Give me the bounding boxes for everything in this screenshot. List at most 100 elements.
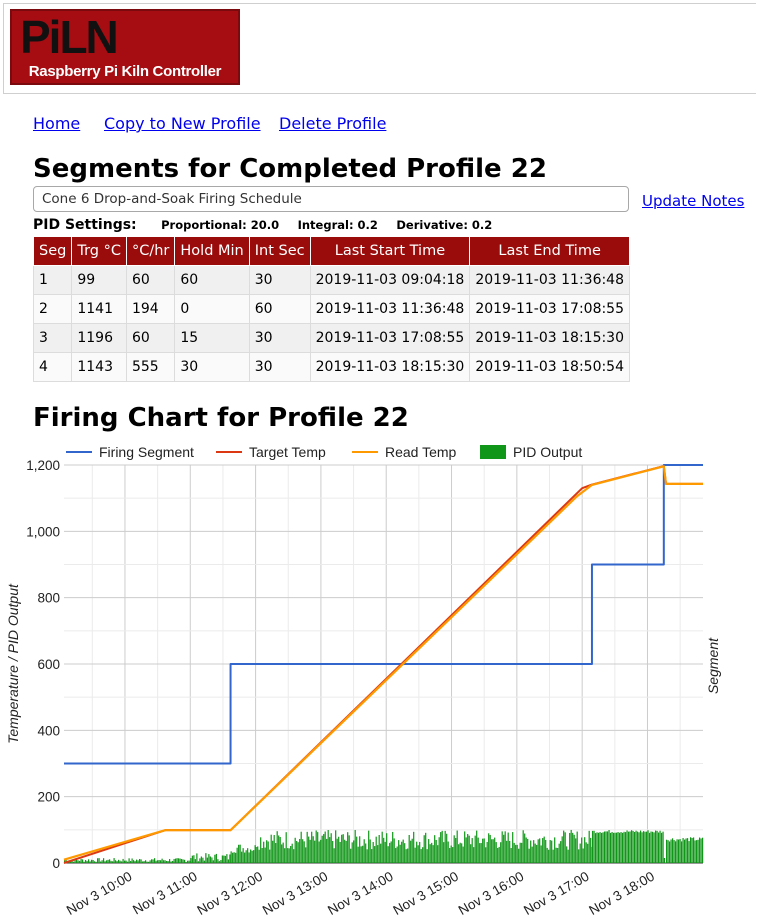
pid-output-bar <box>275 843 277 863</box>
pid-output-bar <box>299 838 301 863</box>
col-target-temp: Trg °C <box>71 236 127 266</box>
pid-output-bar <box>444 830 446 863</box>
pid-output-bar <box>154 858 156 863</box>
pid-output-bar <box>332 840 334 863</box>
pid-output-bar <box>266 840 268 863</box>
pid-output-bar <box>258 849 260 863</box>
pid-output-bar <box>158 860 160 863</box>
pid-output-bar <box>593 830 595 863</box>
pid-output-bar <box>390 841 392 863</box>
legend-swatch-pid-output <box>480 445 506 459</box>
col-rate: °C/hr <box>125 236 176 266</box>
pid-output-bar <box>206 857 208 863</box>
pid-output-bar <box>620 832 622 863</box>
update-notes-link[interactable]: Update Notes <box>642 192 744 210</box>
pid-output-bar <box>645 831 648 863</box>
pid-output-bar <box>203 860 205 863</box>
pid-output-bar <box>77 860 79 863</box>
int-sec-cell: 30 <box>248 352 311 382</box>
hold-min-cell: 30 <box>174 352 250 382</box>
pid-settings: PID Settings: Proportional: 20.0 Integra… <box>33 217 492 233</box>
col-last-end: Last End Time <box>469 236 631 266</box>
pid-output-bar <box>308 836 310 863</box>
rate-cell: 555 <box>125 352 176 382</box>
pid-output-bar <box>294 837 296 863</box>
pid-output-bar <box>128 858 130 863</box>
pid-output-bar <box>242 848 244 863</box>
pid-output-bar <box>125 860 127 863</box>
pid-output-bar <box>545 839 547 863</box>
target-temp-cell: 1141 <box>71 294 127 324</box>
pid-output-bar <box>248 852 250 863</box>
pid-output-bar <box>151 859 153 863</box>
x-tick-label: Nov 3 16:00 <box>456 869 527 918</box>
pid-output-bar <box>270 834 272 863</box>
pid-output-bar <box>227 859 229 863</box>
seg-cell: 3 <box>32 323 73 353</box>
pid-output-bar <box>79 860 81 863</box>
hold-min-cell: 0 <box>174 294 250 324</box>
pid-output-bar <box>167 861 169 863</box>
last-end-cell: 2019-11-03 17:08:55 <box>469 294 631 324</box>
piln-logo: PiLN Raspberry Pi Kiln Controller <box>10 9 240 85</box>
pid-output-bar <box>345 840 347 863</box>
pid-output-bar <box>88 859 90 863</box>
pid-output-bar <box>273 835 275 863</box>
pid-output-bar <box>181 859 183 863</box>
pid-output-bar <box>226 854 228 863</box>
pid-output-bar <box>190 858 192 863</box>
pid-output-bar <box>212 860 214 863</box>
firing-chart: 02004006008001,0001,200Nov 3 10:00Nov 3 … <box>5 444 721 918</box>
pid-output-bar <box>83 861 85 863</box>
pid-output-bar <box>272 840 274 863</box>
pid-output-bar <box>98 858 100 863</box>
home-link[interactable]: Home <box>33 114 80 133</box>
pid-output-bar <box>431 842 433 863</box>
pid-output-bar <box>614 832 616 863</box>
pid-output-bar <box>255 847 257 863</box>
pid-output-bar <box>668 841 671 863</box>
pid-output-bar <box>130 861 132 863</box>
pid-output-bar <box>369 839 371 863</box>
pid-output-bar <box>384 841 386 863</box>
profile-notes-input[interactable]: Cone 6 Drop-and-Soak Firing Schedule <box>33 186 629 212</box>
table-header-row: Seg Trg °C °C/hr Hold Min Int Sec Last S… <box>32 236 631 266</box>
delete-profile-link[interactable]: Delete Profile <box>279 114 386 133</box>
pid-output-bar <box>483 838 485 863</box>
pid-output-bar <box>539 838 541 863</box>
pid-output-bar <box>329 837 331 863</box>
pid-output-bar <box>420 849 422 863</box>
pid-output-bar <box>239 844 241 863</box>
pid-output-bar <box>665 839 668 863</box>
pid-output-bar <box>314 840 316 863</box>
rate-cell: 60 <box>125 323 176 353</box>
logo-subtitle: Raspberry Pi Kiln Controller <box>28 63 222 80</box>
pid-output-bar <box>176 858 178 863</box>
segments-table: Seg Trg °C °C/hr Hold Min Int Sec Last S… <box>32 236 631 382</box>
pid-output-bar <box>608 830 610 863</box>
pid-output-bar <box>175 858 177 863</box>
pid-output-bar <box>501 831 503 863</box>
pid-output-bar <box>486 841 488 863</box>
y-tick-label: 600 <box>37 657 60 672</box>
copy-profile-link[interactable]: Copy to New Profile <box>104 114 261 133</box>
pid-output-bar <box>411 838 413 863</box>
y-tick-label: 0 <box>52 856 60 871</box>
pid-output-bar <box>172 860 174 863</box>
rate-cell: 194 <box>125 294 176 324</box>
pid-output-bar <box>408 834 410 863</box>
pid-output-bar <box>594 833 597 863</box>
pid-output-bar <box>461 843 463 863</box>
pid-output-bar <box>321 835 323 863</box>
pid-output-bar <box>590 837 592 863</box>
pid-output-bar <box>639 830 642 863</box>
pid-output-bar <box>94 861 96 863</box>
pid-output-bar <box>142 861 144 863</box>
x-tick-label: Nov 3 14:00 <box>325 869 396 918</box>
pid-output-bar <box>260 837 262 863</box>
pid-output-bar <box>689 837 692 863</box>
pid-output-bar <box>188 860 190 863</box>
pid-output-bar <box>302 839 304 863</box>
pid-output-bar <box>471 838 473 863</box>
pid-output-bar <box>107 859 109 863</box>
